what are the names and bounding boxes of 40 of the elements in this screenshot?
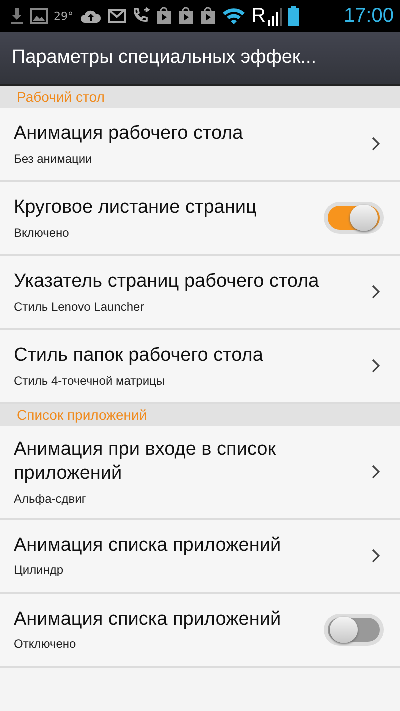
item-title: Стиль папок рабочего стола: [14, 344, 264, 368]
item-title: Анимация списка приложений: [14, 534, 282, 558]
item-title: Указатель страниц рабочего стола: [14, 270, 320, 294]
chevron-icon: [372, 359, 380, 373]
temperature-text: 29°: [54, 10, 74, 22]
signal-icon: [268, 6, 282, 26]
item-summary: Включено: [14, 226, 70, 240]
chevron-icon: [372, 285, 380, 299]
wifi-icon: [222, 7, 246, 25]
item-title: Анимация при входе в список приложений: [14, 438, 278, 486]
item-summary: Цилиндр: [14, 563, 65, 578]
download-icon: [10, 7, 24, 25]
store-bag-icon: [178, 7, 194, 25]
section-title: Рабочий стол: [17, 89, 105, 105]
section-title: Список приложений: [17, 407, 148, 423]
clock-text: 17:00: [344, 4, 394, 28]
item-title: Анимация списка приложений: [14, 608, 282, 632]
store-bag-icon: [156, 7, 172, 25]
item-summary: Стиль 4-точечной матрицы: [14, 374, 166, 388]
cloud-upload-icon: [80, 8, 102, 24]
chevron-icon: [372, 464, 380, 479]
screen-title: Параметры специальных эффек...: [12, 47, 317, 69]
image-icon: [30, 8, 48, 24]
toggle-switch[interactable]: [324, 614, 384, 646]
settings-item[interactable]: Анимация списка приложений Цилиндр: [0, 520, 400, 594]
chevron-icon: [372, 548, 380, 562]
battery-icon: [288, 6, 299, 26]
item-summary: Альфа-сдвиг: [14, 492, 88, 506]
item-summary: Отключено: [14, 637, 78, 652]
item-summary: Стиль Lenovo Launcher: [14, 300, 146, 314]
phone-icon: [132, 7, 150, 25]
store-bag-icon: [200, 7, 216, 25]
item-summary: Без анимации: [14, 152, 94, 166]
toggle-switch[interactable]: [324, 202, 384, 234]
network-type-text: R: [252, 4, 266, 28]
mail-icon: [108, 9, 126, 23]
item-title: Анимация рабочего стола: [14, 122, 244, 146]
settings-item[interactable]: Анимация списка приложений Отключено: [0, 594, 400, 668]
item-title: Круговое листание страниц: [14, 196, 258, 220]
chevron-icon: [372, 137, 380, 151]
